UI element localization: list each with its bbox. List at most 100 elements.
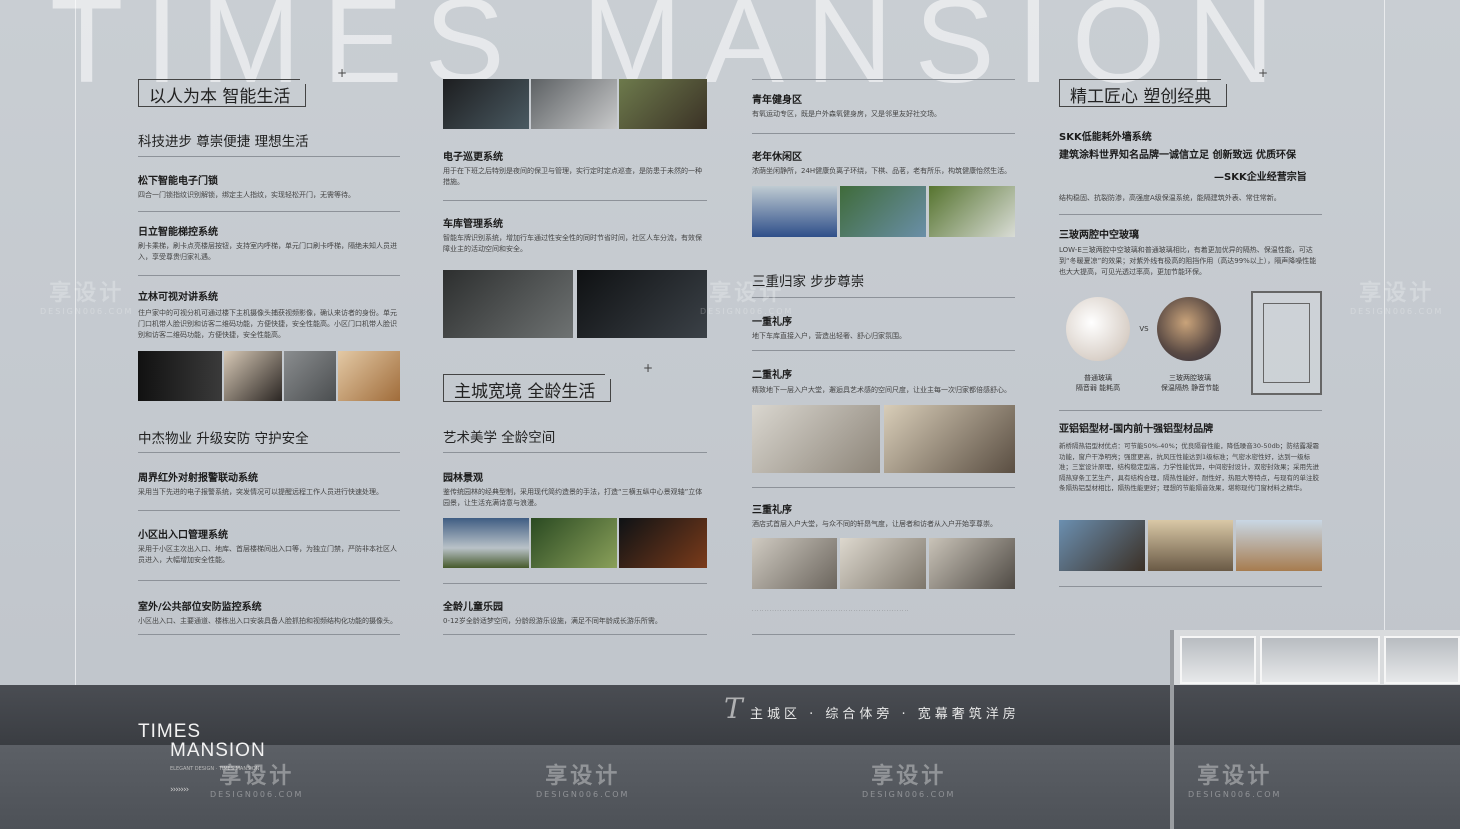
divider: [138, 634, 400, 635]
window-frame-diagram: [1251, 291, 1322, 395]
item-text: 采用于小区主次出入口、地库、首层楼梯间出入口等，为独立门禁，严防非本社区人员进入…: [138, 545, 397, 564]
watermark: 享设计 DESIGN006.COM: [210, 764, 304, 800]
window-sash: [1263, 303, 1310, 383]
plus-icon: +: [1258, 66, 1269, 80]
divider: [443, 200, 707, 201]
item-title: 老年休闲区: [752, 152, 802, 163]
frame-line: [1384, 0, 1385, 685]
item-text: 用于在下班之后特别是夜间的保卫与管理，实行定时定点巡查，是防患于未然的一种措施。: [443, 167, 702, 186]
item-text: 新桥隔热铝型材优点：可节能50%-40%；优良隔音性能，降低噪音30-50db；…: [1059, 442, 1319, 492]
item-title: 二重礼序: [752, 370, 792, 381]
photo-strip-garden: [443, 518, 707, 568]
skk-slogan: 建筑涂料世界知名品牌一诚信立足 创新致远 优质环保: [1059, 150, 1296, 161]
watermark: 享设计 DESIGN006.COM: [1350, 281, 1444, 317]
divider: [138, 211, 400, 212]
item-text: LOW-E三玻两腔中空玻璃和普通玻璃相比，有着更加优异的隔热、保温性能，可达到“…: [1059, 246, 1317, 276]
photo-garden-1: [443, 518, 529, 568]
plain-glass-image: [1066, 297, 1130, 361]
photo-facade: [1236, 520, 1322, 571]
photo-strip-leisure: [752, 186, 1015, 237]
item-title: 亚铝铝型材-国内前十强铝型材品牌: [1059, 424, 1214, 435]
photo-face-recognition: [338, 351, 400, 401]
item-text: 智能车牌识别系统，增加行车通过性安全性的同时节省时间，社区人车分流，有效保障业主…: [443, 234, 702, 253]
photo-tower: [1148, 520, 1233, 571]
section-title-box: 主城宽境 全龄生活: [443, 374, 612, 402]
divider: [752, 634, 1015, 635]
footer-slogan: 主城区 · 综合体旁 · 宽幕奢筑洋房: [750, 707, 1020, 722]
photo-garage-device: [531, 79, 617, 129]
subtitle-security: 中杰物业 升级安防 守护安全: [138, 431, 309, 447]
divider: [138, 580, 400, 581]
item-text: 有氧运动专区，既是户外森氧健身房，又是邻里友好社交场。: [752, 110, 941, 118]
watermark: 享设计 DESIGN006.COM: [536, 764, 630, 800]
photo-strip-smart-home: [138, 351, 400, 401]
watermark: 享设计 DESIGN006.COM: [40, 281, 134, 317]
building-edge: [1170, 685, 1460, 829]
item-text: 地下车库直接入户，营造出轻奢、舒心归家氛围。: [752, 332, 906, 340]
heading-smart-life: 以人为本 智能生活: [149, 87, 291, 107]
photo-fitness: [752, 186, 837, 237]
item-text: 四合一门锁指纹识别解锁，绑定主人指纹，实现轻松开门，无需等待。: [138, 191, 355, 199]
item-title: 三重礼序: [752, 505, 792, 516]
divider: [138, 452, 400, 453]
divider: [138, 275, 400, 276]
item-title: SKK低能耗外墙系统: [1059, 132, 1152, 143]
photo-hall-1: [752, 538, 837, 589]
item-text: 0-12岁全龄适梦空间，分龄段游乐设施，满足不同年龄成长游乐所需。: [443, 617, 662, 625]
photo-intercom: [284, 351, 336, 401]
subtitle-art: 艺术美学 全龄空间: [443, 430, 556, 446]
vs-label: VS: [1139, 325, 1149, 333]
section-title-box: 以人为本 智能生活: [138, 79, 307, 107]
photo-strip-lobby-b1: [752, 405, 1015, 473]
photo-hall-3: [929, 538, 1015, 589]
divider: [1059, 214, 1322, 215]
item-title: 松下智能电子门锁: [138, 176, 218, 187]
photo-balcony: [1059, 520, 1145, 571]
item-text: 结构稳固、抗裂防渗，高强度A级保温系统，能隔建筑外表、常住常新。: [1059, 194, 1281, 202]
divider: [752, 79, 1015, 80]
item-text: 鉴传统园林的经典型制，采用现代简约造景的手法，打造“三横五纵中心景观轴”立体园景…: [443, 488, 703, 507]
item-text: 浓荫坐闲静所，24H健康负离子环绕，下棋、品茗，老有所乐，构筑健康怡然生活。: [752, 167, 1012, 175]
item-text: 小区出入口、主要通道、楼栋出入口安装具备人脸抓拍和视频结构化功能的摄像头。: [138, 617, 397, 625]
photo-patrol-device: [443, 79, 529, 129]
arrows-icon: ›››››››: [170, 785, 189, 795]
photo-strip-lobby-1f: [752, 538, 1015, 589]
item-title: 立林可视对讲系统: [138, 292, 218, 303]
item-title: 车库管理系统: [443, 219, 503, 230]
building-window: [1260, 636, 1380, 684]
photo-elevator-card: [224, 351, 282, 401]
item-text: 酒店式首层入户大堂，与众不同的轩昂气度，让居者和访者从入户开始享尊崇。: [752, 520, 997, 528]
divider: [138, 156, 400, 157]
photo-door-lock: [138, 351, 222, 401]
photo-lobby-2: [884, 405, 1015, 473]
photo-garden-3: [619, 518, 707, 568]
slogan-mark: T: [724, 692, 743, 725]
item-title: 电子巡更系统: [443, 152, 503, 163]
divider: [138, 510, 400, 511]
item-title: 周界红外对射报警联动系统: [138, 473, 258, 484]
item-title: 小区出入口管理系统: [138, 530, 228, 541]
watermark: 享设计 DESIGN006.COM: [1188, 764, 1282, 800]
watermark: 享设计 DESIGN006.COM: [700, 281, 794, 317]
photo-strip-garage: [443, 270, 707, 338]
frame-line: [75, 0, 76, 685]
divider: [1059, 410, 1322, 411]
skk-attribution: —SKK企业经营宗旨: [1214, 172, 1307, 183]
divider: [752, 350, 1015, 351]
photo-court: [840, 186, 926, 237]
building-window: [1384, 636, 1460, 684]
heading-all-age-life: 主城宽境 全龄生活: [454, 382, 596, 402]
triple-glass-image: [1157, 297, 1221, 361]
caption-plain-glass: 普通玻璃 隔音弱 能耗高: [1075, 374, 1121, 392]
plus-icon: +: [643, 361, 654, 375]
divider: [1059, 586, 1322, 587]
photo-strip-patrol: [443, 79, 707, 129]
divider: [752, 133, 1015, 134]
photo-garage-camera: [443, 270, 573, 338]
photo-elderly: [929, 186, 1015, 237]
section-title-box: 精工匠心 塑创经典: [1059, 79, 1228, 107]
photo-lobby-1: [752, 405, 880, 473]
photo-car-panel: [577, 270, 707, 338]
building-window: [1180, 636, 1256, 684]
caption-triple-glass: 三玻两腔玻璃 保温隔热 静音节能: [1160, 374, 1220, 392]
